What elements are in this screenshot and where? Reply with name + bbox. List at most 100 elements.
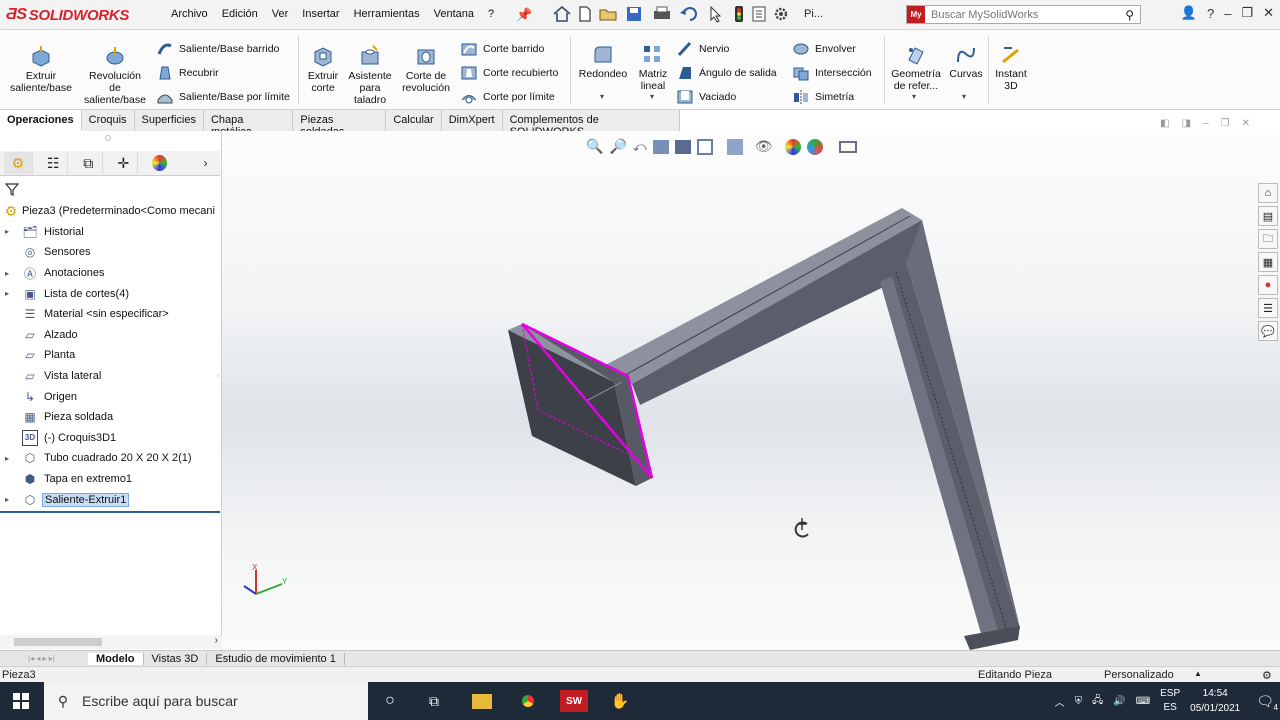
dimxpertmanager-tab-icon[interactable]: ✛ — [109, 152, 139, 174]
scrollbar-thumb[interactable] — [14, 638, 102, 646]
tree-item[interactable]: ▸ ⬡ Tubo cuadrado 20 X 20 X 2(1) — [0, 448, 222, 469]
menu-ventana[interactable]: Ventana — [427, 8, 481, 20]
horizontal-scrollbar[interactable]: › — [0, 635, 222, 649]
tab-estudio-movimiento[interactable]: Estudio de movimiento 1 — [207, 652, 345, 665]
view-orientation-icon[interactable] — [696, 138, 713, 155]
view-palette-icon[interactable]: ▦ — [1258, 252, 1278, 272]
extruir-saliente-button[interactable]: Extruir saliente/base — [8, 44, 74, 94]
tray-expand-icon[interactable]: ︿ — [1055, 694, 1065, 709]
tree-root-part[interactable]: ⚙ Pieza3 (Predeterminado<Como mecani — [0, 201, 222, 222]
zoom-to-fit-icon[interactable]: 🔍 — [586, 138, 603, 155]
scroll-right-icon[interactable]: › — [215, 635, 218, 646]
scene-icon[interactable] — [806, 138, 823, 155]
chrome-icon[interactable] — [516, 690, 540, 712]
file-explorer-taskbar-icon[interactable] — [470, 690, 494, 712]
configurationmanager-tab-icon[interactable]: ⧉ — [74, 152, 104, 174]
corte-barrido-button[interactable]: Corte barrido — [460, 40, 544, 58]
custom-properties-icon[interactable]: ☰ — [1258, 298, 1278, 318]
tree-item[interactable]: ▱ Vista lateral — [0, 366, 222, 387]
file-explorer-icon[interactable]: 🗀 — [1258, 229, 1278, 249]
redondeo-button[interactable]: Redondeo — [576, 44, 630, 80]
cortana-icon[interactable]: ○ — [378, 690, 402, 712]
tab-chapa-metalica[interactable]: Chapa metálica — [204, 110, 294, 138]
traffic-light-icon[interactable] — [732, 5, 746, 23]
user-icon[interactable]: 👤 — [1181, 5, 1197, 21]
tab-superficies[interactable]: Superficies — [135, 110, 204, 131]
display-style-icon[interactable] — [726, 138, 743, 155]
corte-limite-button[interactable]: Corte por límite — [460, 88, 555, 106]
tree-item[interactable]: ▱ Planta — [0, 345, 222, 366]
corte-recubierto-button[interactable]: Corte recubierto — [460, 64, 558, 82]
doc-minimize-icon[interactable]: – — [1203, 118, 1209, 129]
expand-arrow-icon[interactable]: ▸ — [5, 269, 9, 278]
expand-arrow-icon[interactable]: ▸ — [5, 289, 9, 298]
tab-dimxpert[interactable]: DimXpert — [442, 110, 503, 131]
tree-item[interactable]: ▱ Alzado — [0, 325, 222, 346]
tab-croquis[interactable]: Croquis — [82, 110, 135, 131]
menu-help[interactable]: ? — [481, 8, 501, 20]
print-icon[interactable] — [650, 5, 674, 23]
more-tabs-chevron-icon[interactable]: › — [191, 152, 220, 174]
panel-resize-handle[interactable]: ◦ — [217, 371, 225, 381]
tree-item[interactable]: ▸ 🗂 Historial — [0, 222, 222, 243]
matriz-lineal-button[interactable]: Matriz lineal — [634, 44, 672, 92]
menu-ver[interactable]: Ver — [265, 8, 296, 20]
extruir-corte-button[interactable]: Extruir corte — [304, 44, 342, 94]
saliente-barrido-button[interactable]: Saliente/Base barrido — [156, 40, 279, 58]
tree-item[interactable]: ☰ Material <sin especificar> — [0, 304, 222, 325]
file-properties-icon[interactable] — [750, 5, 768, 23]
dynamic-annotation-icon[interactable] — [674, 139, 691, 154]
angulo-salida-button[interactable]: Ángulo de salida — [676, 64, 777, 82]
tree-item[interactable]: ⬢ Tapa en extremo1 — [0, 469, 222, 490]
help-icon[interactable]: ? — [1207, 6, 1214, 21]
status-options-icon[interactable]: ⚙ — [1262, 669, 1272, 682]
search-input[interactable] — [925, 8, 1120, 21]
menu-archivo[interactable]: Archivo — [164, 8, 215, 20]
task-view-icon[interactable]: ⧉ — [422, 690, 446, 712]
rollback-bar[interactable] — [0, 510, 220, 513]
asistente-taladro-button[interactable]: Asistente para taladro — [346, 44, 394, 106]
restore-icon[interactable]: ❐ — [1241, 5, 1253, 21]
menu-insertar[interactable]: Insertar — [295, 8, 346, 20]
curvas-button[interactable]: Curvas — [948, 44, 984, 80]
doc-prev-icon[interactable]: ◧ — [1160, 118, 1169, 129]
doc-close-icon[interactable]: ✕ — [1242, 118, 1250, 129]
revolucion-saliente-button[interactable]: Revolución de saliente/base — [80, 44, 150, 106]
tree-filter-icon[interactable] — [4, 181, 20, 200]
tab-calcular[interactable]: Calcular — [386, 110, 442, 131]
zoom-area-icon[interactable]: 🔎 — [609, 138, 626, 155]
search-icon[interactable]: ⚲ — [1119, 8, 1140, 22]
save-icon[interactable] — [624, 5, 646, 23]
graphics-area[interactable] — [222, 131, 1280, 650]
expand-arrow-icon[interactable]: ▸ — [5, 454, 9, 463]
appearance-icon[interactable] — [784, 138, 801, 155]
geometria-referencia-button[interactable]: Geometría de refer... — [888, 44, 944, 92]
simetria-button[interactable]: Simetría — [792, 88, 854, 106]
tab-piezas-soldadas[interactable]: Piezas soldadas — [293, 110, 387, 138]
solidworks-logo[interactable]: ƋS SOLIDWORKS — [6, 3, 129, 27]
pin-icon[interactable]: 📌 — [516, 7, 532, 23]
close-icon[interactable]: ✕ — [1263, 5, 1274, 21]
tree-item[interactable]: ▦ Pieza soldada — [0, 407, 222, 428]
instant3d-button[interactable]: Instant 3D — [990, 44, 1032, 92]
view-settings-icon[interactable] — [838, 140, 857, 153]
doc-next-icon[interactable]: ◨ — [1182, 118, 1191, 129]
status-units[interactable]: Personalizado — [1104, 669, 1174, 681]
undo-icon[interactable] — [678, 5, 702, 23]
volume-icon[interactable]: 🔊 — [1113, 696, 1125, 707]
select-cursor-icon[interactable] — [706, 5, 728, 23]
resources-home-icon[interactable]: ⌂ — [1258, 183, 1278, 203]
network-icon[interactable]: 🖧 — [1092, 693, 1103, 710]
previous-view-icon[interactable]: ⤺ — [633, 139, 647, 155]
options-gear-icon[interactable] — [772, 5, 794, 23]
3d-model-view[interactable] — [222, 131, 1280, 650]
design-library-icon[interactable]: ▤ — [1258, 206, 1278, 226]
hide-show-icon[interactable]: 👁 — [755, 138, 773, 155]
curvas-dropdown-icon[interactable]: ▾ — [962, 92, 966, 101]
clock[interactable]: 14:54 05/01/2021 — [1190, 686, 1240, 716]
open-folder-icon[interactable] — [598, 5, 620, 23]
expand-arrow-icon[interactable]: ▸ — [5, 227, 9, 236]
tree-item[interactable]: ◎ Sensores — [0, 242, 222, 263]
units-dropdown-icon[interactable]: ▲ — [1194, 669, 1202, 678]
tree-item[interactable]: ▸ ▣ Lista de cortes(4) — [0, 283, 222, 304]
